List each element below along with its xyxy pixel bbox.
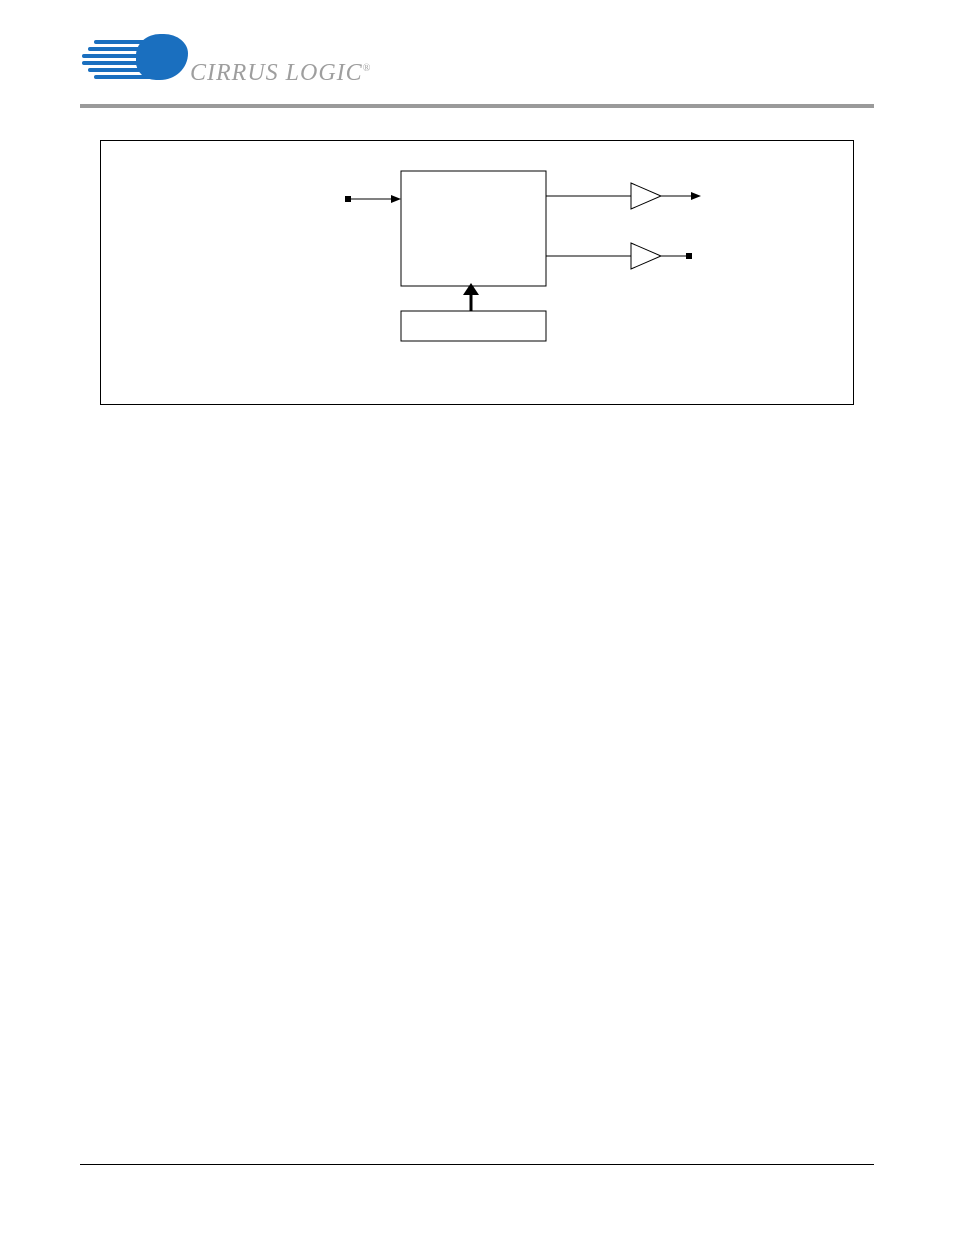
out2-port	[686, 253, 692, 259]
logo-mark	[80, 34, 190, 94]
buffer2-icon	[631, 243, 661, 269]
brand-name: CIRRUS LOGIC®	[190, 60, 371, 87]
out1-arrowhead	[691, 192, 701, 200]
register-block	[401, 311, 546, 341]
header-rule	[80, 104, 874, 108]
page-header: CIRRUS LOGIC®	[0, 0, 954, 110]
buffer1-icon	[631, 183, 661, 209]
main-block	[401, 171, 546, 286]
block-diagram-svg	[101, 141, 855, 406]
logo-blob	[136, 34, 188, 80]
input-port	[345, 196, 351, 202]
brand-name-text: CIRRUS LOGIC	[190, 60, 363, 86]
input-arrowhead	[391, 195, 401, 203]
company-logo	[80, 34, 190, 94]
registered-symbol: ®	[363, 63, 372, 74]
page: CIRRUS LOGIC®	[0, 0, 954, 1235]
block-diagram	[100, 140, 854, 405]
register-arrowhead	[463, 283, 479, 295]
footer-rule	[80, 1164, 874, 1165]
